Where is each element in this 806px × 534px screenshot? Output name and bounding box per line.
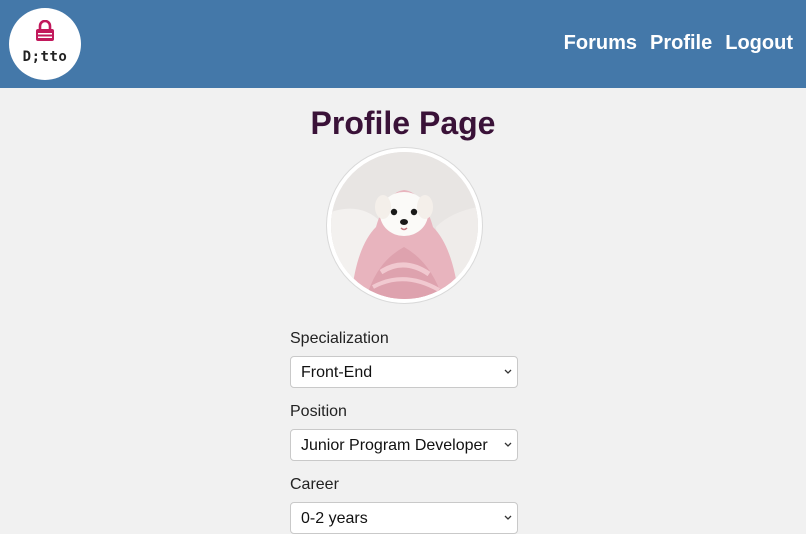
position-field: Position Junior Program Developer bbox=[290, 402, 518, 461]
specialization-label: Specialization bbox=[290, 330, 389, 347]
specialization-select[interactable]: Front-End bbox=[290, 356, 518, 388]
career-field: Career 0-2 years bbox=[290, 475, 518, 534]
profile-form: Specialization Front-End Position Junior… bbox=[290, 329, 518, 534]
nav-link-profile[interactable]: Profile bbox=[650, 31, 712, 55]
profile-avatar[interactable] bbox=[327, 148, 482, 303]
specialization-value: Front-End bbox=[301, 364, 373, 381]
position-value: Junior Program Developer bbox=[301, 437, 488, 454]
navbar: D;tto Forums Profile Logout bbox=[0, 0, 806, 88]
position-label: Position bbox=[290, 403, 347, 420]
nav-link-logout[interactable]: Logout bbox=[725, 31, 793, 55]
logo[interactable]: D;tto bbox=[9, 8, 81, 80]
career-label: Career bbox=[290, 476, 339, 493]
logo-text: D;tto bbox=[22, 49, 68, 65]
career-select[interactable]: 0-2 years bbox=[290, 502, 518, 534]
lock-icon bbox=[36, 20, 54, 41]
chevron-down-icon bbox=[504, 515, 512, 520]
chevron-down-icon bbox=[504, 369, 512, 374]
page-title: Profile Page bbox=[310, 105, 496, 141]
chevron-down-icon bbox=[504, 442, 512, 447]
nav-link-forums[interactable]: Forums bbox=[564, 31, 637, 55]
puppy-photo bbox=[331, 152, 478, 299]
career-value: 0-2 years bbox=[301, 510, 368, 527]
nav-links: Forums Profile Logout bbox=[564, 31, 793, 55]
specialization-field: Specialization Front-End bbox=[290, 329, 518, 388]
position-select[interactable]: Junior Program Developer bbox=[290, 429, 518, 461]
